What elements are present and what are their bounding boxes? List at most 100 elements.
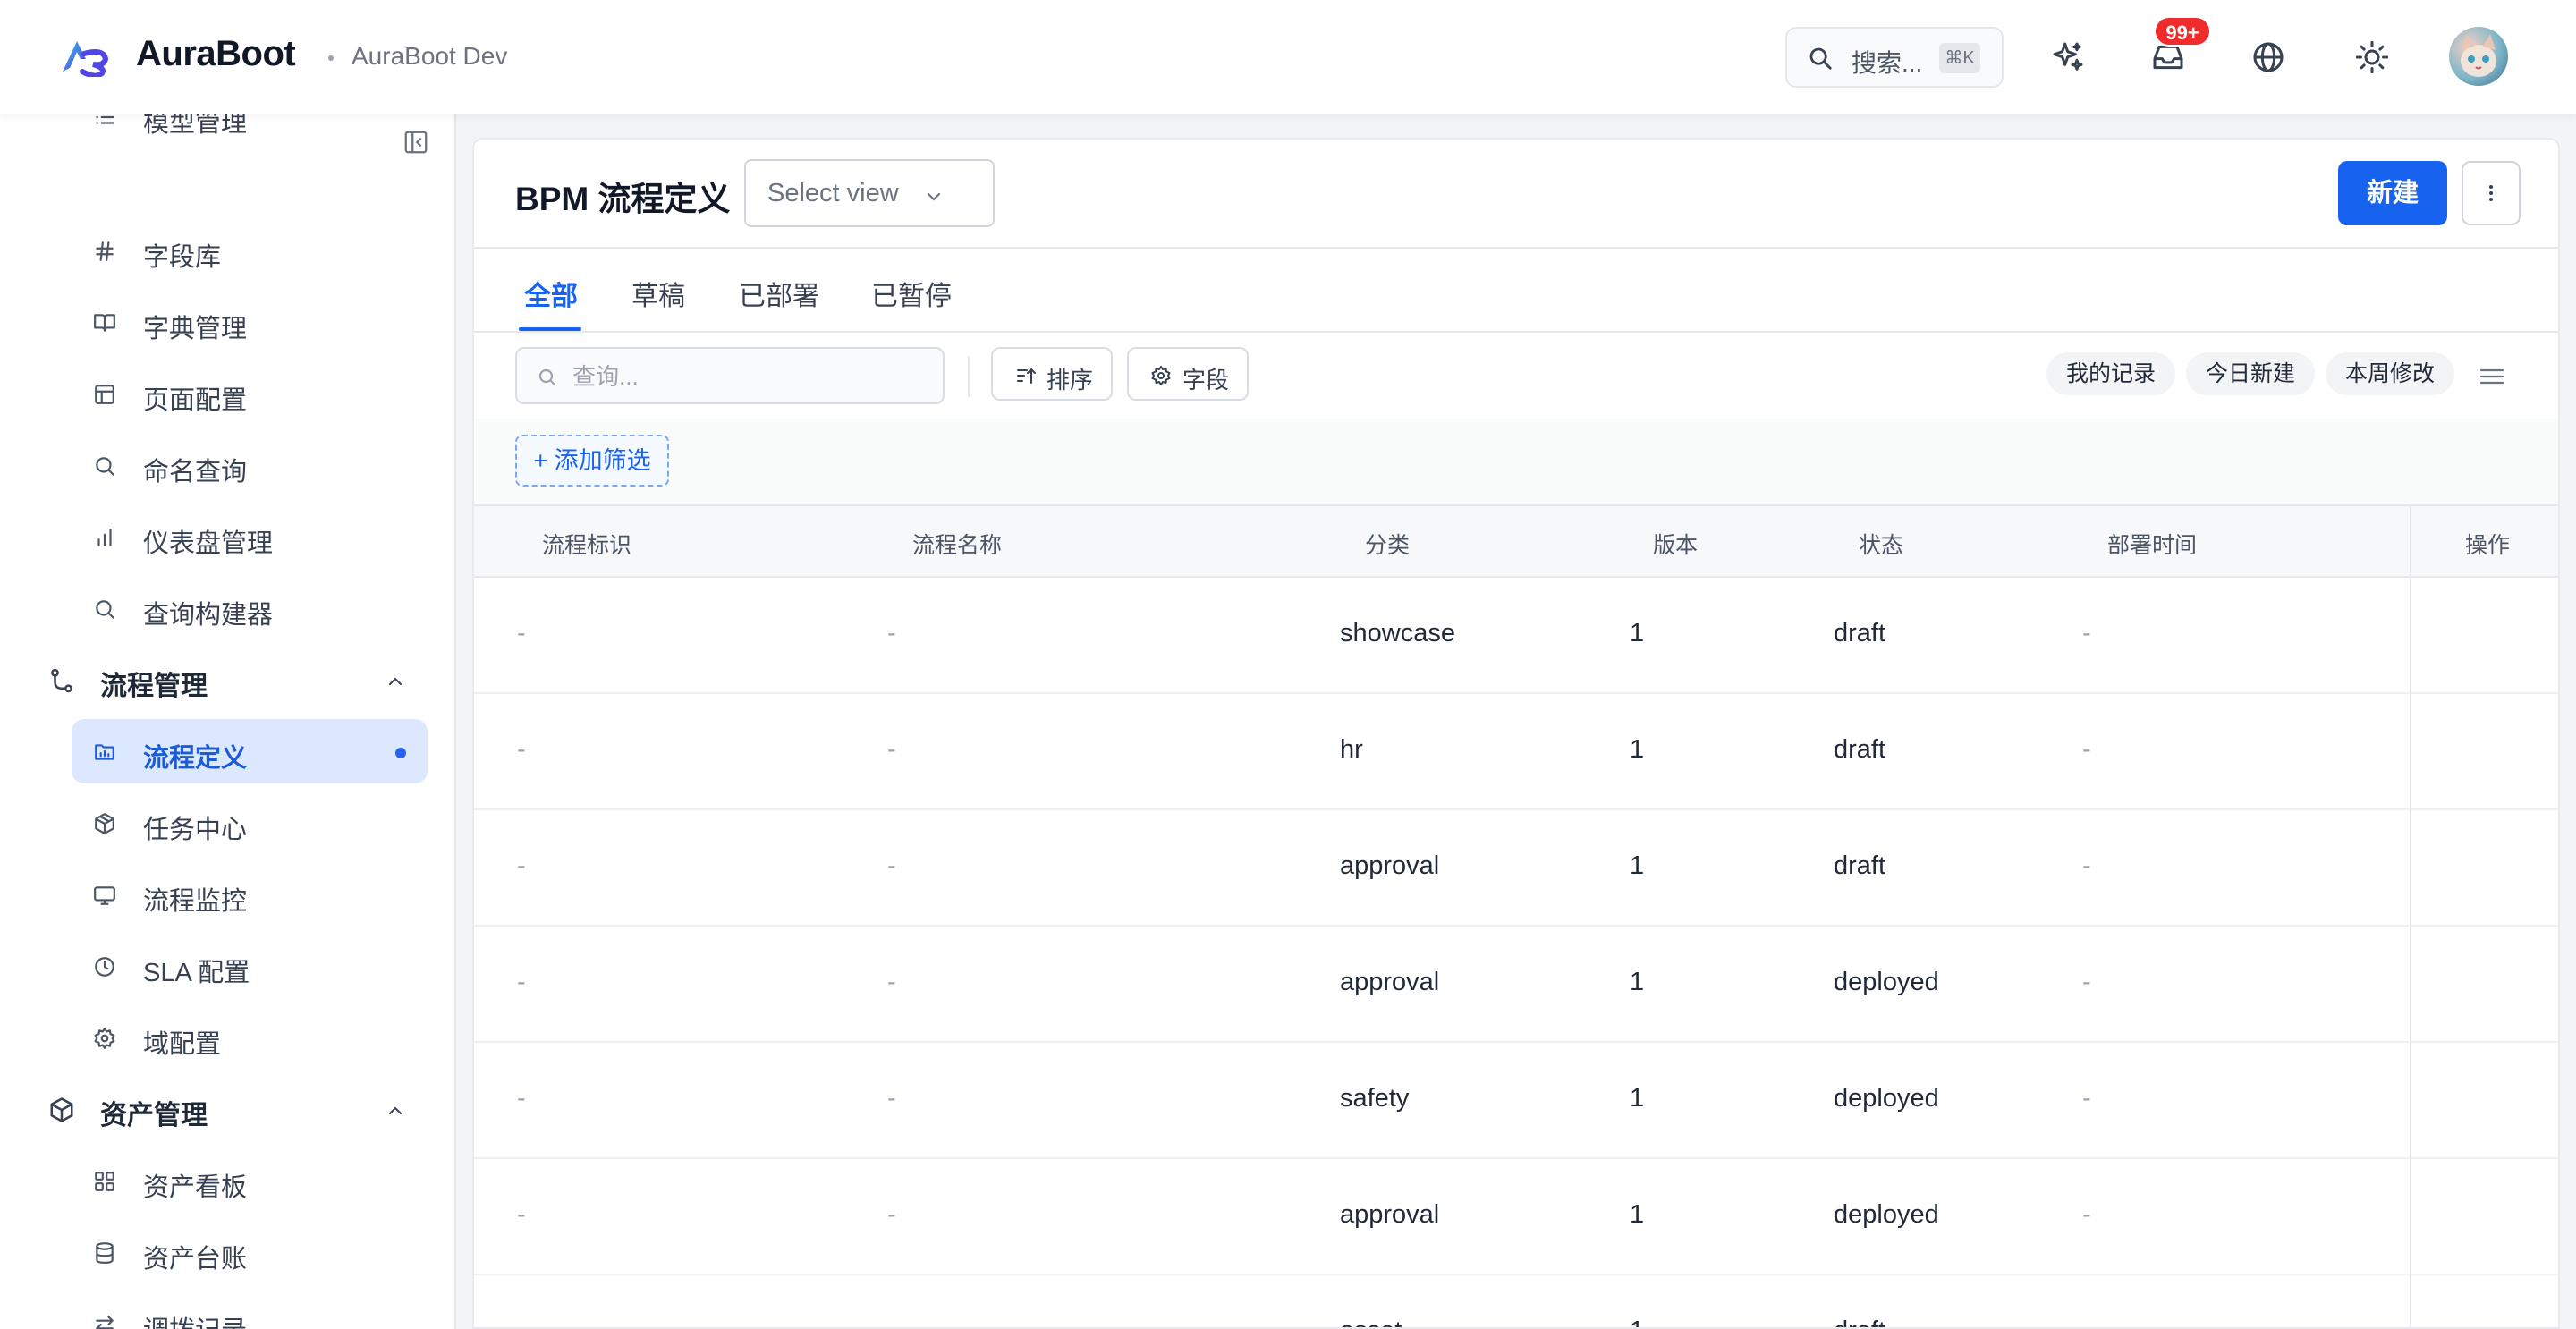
column-header-status[interactable]: 状态: [1859, 528, 1903, 560]
sidebar-item-label: 流程监控: [143, 887, 248, 916]
sidebar-group-assets[interactable]: 资产管理: [27, 1077, 428, 1141]
cell-version: 1: [1630, 619, 1645, 648]
tab-draft[interactable]: 草稿: [631, 274, 685, 313]
table-row[interactable]: - - approval 1 deployed -: [474, 1159, 2558, 1275]
cell-process-key: -: [517, 1084, 526, 1113]
sidebar-item-sla-config[interactable]: SLA 配置: [72, 934, 428, 998]
globe-icon[interactable]: [2250, 39, 2286, 75]
tab-all[interactable]: 全部: [524, 274, 578, 313]
env-separator: [328, 55, 334, 61]
grid-icon: [95, 1172, 114, 1191]
sidebar-item-model-management[interactable]: 模型管理: [72, 114, 428, 148]
cell-deployed-at: -: [2082, 735, 2091, 764]
sidebar-item-label: 资产看板: [143, 1173, 248, 1202]
list-icon: [96, 115, 114, 124]
global-search-button[interactable]: 搜索... ⌘K: [1785, 27, 2004, 88]
chevron-up-icon: [389, 677, 402, 685]
sidebar-item-query-builder[interactable]: 查询构建器: [72, 576, 428, 640]
cell-status: deployed: [1834, 1084, 1939, 1113]
sparkles-icon[interactable]: [2050, 39, 2086, 75]
cell-category: approval: [1340, 851, 1440, 880]
hash-icon: [96, 241, 114, 261]
sidebar-item-named-query[interactable]: 命名查询: [72, 433, 428, 497]
gear-icon: [94, 1028, 115, 1049]
page-title: BPM 流程定义: [515, 181, 731, 217]
cell-process-key: -: [517, 1316, 526, 1327]
quick-filter-created-today[interactable]: 今日新建: [2186, 352, 2316, 395]
sidebar-item-label: 任务中心: [143, 816, 248, 844]
sidebar-group-label: 流程管理: [100, 672, 208, 701]
cell-process-name: -: [887, 1084, 896, 1113]
auraboot-logo[interactable]: [59, 36, 111, 77]
tab-paused[interactable]: 已暂停: [871, 274, 952, 313]
cell-deployed-at: -: [2082, 1084, 2091, 1113]
more-actions-button[interactable]: [2462, 161, 2521, 225]
cell-process-key: -: [517, 851, 526, 880]
menu-lines-icon[interactable]: [2479, 367, 2504, 386]
sidebar-item-label: 流程定义: [143, 744, 248, 773]
cell-deployed-at: -: [2082, 851, 2091, 880]
cell-category: showcase: [1340, 619, 1455, 648]
table-header: 流程标识 流程名称 分类 版本 状态 部署时间 操作: [474, 504, 2558, 578]
fields-label: 字段: [1182, 367, 1230, 394]
sidebar-group-process[interactable]: 流程管理: [27, 648, 428, 712]
monitor-icon: [94, 886, 115, 905]
cell-category: asset: [1340, 1316, 1402, 1327]
brand-name: AuraBoot: [136, 34, 296, 73]
sidebar-item-domain-config[interactable]: 域配置: [72, 1005, 428, 1070]
query-input[interactable]: [572, 360, 921, 394]
sort-button[interactable]: 排序: [991, 347, 1113, 401]
column-header-process-name[interactable]: 流程名称: [912, 528, 1002, 560]
table-row[interactable]: - - safety 1 deployed -: [474, 1043, 2558, 1159]
chevron-up-icon: [389, 1106, 402, 1114]
column-header-actions: 操作: [2465, 533, 2511, 558]
sidebar-item-process-definition[interactable]: 流程定义: [72, 719, 428, 783]
new-button[interactable]: 新建: [2338, 161, 2447, 225]
table-row[interactable]: - - approval 1 draft -: [474, 810, 2558, 927]
package-icon: [95, 813, 114, 834]
table-row[interactable]: - - asset 1 draft -: [474, 1275, 2558, 1327]
tab-deployed[interactable]: 已部署: [739, 274, 819, 313]
sidebar-item-asset-ledger[interactable]: 资产台账: [72, 1220, 428, 1284]
quick-filter-modified-this-week[interactable]: 本周修改: [2326, 352, 2455, 395]
cell-process-name: -: [887, 851, 896, 880]
column-header-category[interactable]: 分类: [1365, 528, 1410, 560]
gear-icon: [1151, 366, 1171, 385]
column-header-deployed-at[interactable]: 部署时间: [2107, 528, 2197, 560]
more-vertical-icon: [2489, 185, 2493, 201]
cell-process-name: -: [887, 1200, 896, 1229]
search-icon: [1809, 47, 1832, 70]
cell-deployed-at: -: [2082, 619, 2091, 648]
sidebar-item-label: 资产台账: [143, 1245, 248, 1274]
sun-icon[interactable]: [2354, 39, 2390, 75]
sidebar-item-dictionary[interactable]: 字典管理: [72, 290, 428, 354]
fields-button[interactable]: 字段: [1127, 347, 1249, 401]
cell-category: safety: [1340, 1084, 1410, 1113]
table-row[interactable]: - - hr 1 draft -: [474, 694, 2558, 810]
active-indicator-dot: [395, 748, 406, 758]
sidebar-item-label: 调拨记录: [143, 1309, 247, 1329]
sort-icon: [1017, 368, 1036, 384]
query-field[interactable]: [515, 347, 945, 404]
search-icon: [96, 600, 114, 619]
column-header-process-key[interactable]: 流程标识: [542, 528, 631, 560]
column-header-version[interactable]: 版本: [1653, 528, 1698, 560]
cell-version: 1: [1630, 1200, 1645, 1229]
sidebar-item-page-config[interactable]: 页面配置: [72, 361, 428, 426]
table-row[interactable]: - - approval 1 deployed -: [474, 927, 2558, 1043]
quick-filter-my-records[interactable]: 我的记录: [2046, 352, 2176, 395]
add-filter-button[interactable]: + 添加筛选: [515, 435, 669, 487]
swap-icon: [96, 1316, 114, 1329]
notification-badge: 99+: [2154, 16, 2211, 47]
sidebar-item-task-center[interactable]: 任务中心: [72, 791, 428, 855]
cell-version: 1: [1630, 1316, 1644, 1327]
table-row[interactable]: - - showcase 1 draft -: [474, 578, 2558, 694]
sidebar-item-transfer-records[interactable]: 调拨记录: [72, 1291, 428, 1329]
sidebar-item-dashboard[interactable]: 仪表盘管理: [72, 504, 428, 569]
user-avatar[interactable]: [2449, 27, 2508, 86]
view-select[interactable]: Select view: [744, 159, 995, 227]
sidebar-item-label: 模型管理: [143, 114, 248, 138]
sidebar-item-process-monitor[interactable]: 流程监控: [72, 862, 428, 927]
sidebar-item-field-library[interactable]: 字段库: [72, 218, 428, 283]
sidebar-item-asset-dashboard[interactable]: 资产看板: [72, 1148, 428, 1213]
